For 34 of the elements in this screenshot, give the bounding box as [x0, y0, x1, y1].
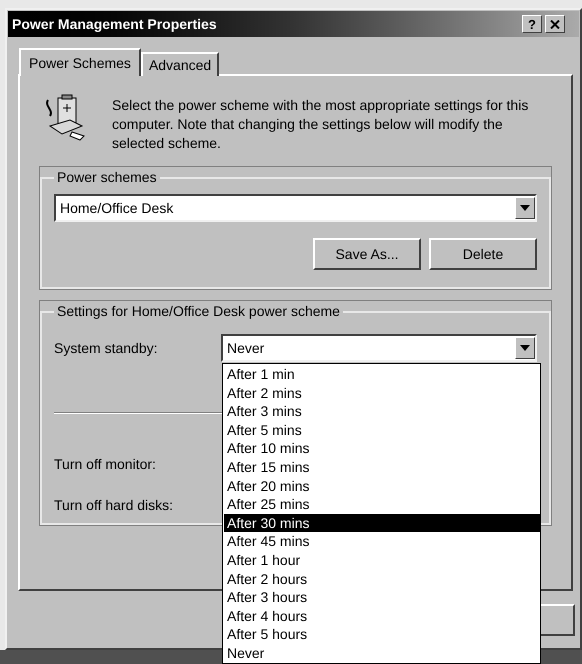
setting-label: Turn off monitor: [54, 455, 157, 474]
combo-value: Never [227, 338, 266, 358]
list-option[interactable]: After 30 mins [224, 514, 540, 532]
list-option[interactable]: After 10 mins [224, 439, 540, 458]
window-title: Power Management Properties [12, 14, 218, 34]
list-option[interactable]: After 5 hours [224, 625, 540, 644]
standby-combo-box[interactable]: Never [221, 334, 537, 362]
list-option[interactable]: After 5 mins [224, 420, 540, 440]
list-option[interactable]: After 15 mins [224, 458, 540, 477]
setting-label: System standby: [54, 338, 158, 358]
group-label: Settings for Home/Office Desk power scheme [56, 302, 341, 321]
help-button[interactable]: ? [522, 15, 542, 33]
setting-label: Turn off hard disks: [54, 496, 174, 515]
list-option[interactable]: After 3 mins [224, 402, 540, 421]
close-button[interactable] [545, 15, 565, 33]
tab[interactable]: Power Schemes [19, 48, 141, 76]
list-option[interactable]: After 2 hours [224, 570, 540, 588]
list-option[interactable]: After 3 hours [224, 588, 540, 607]
list-option[interactable]: After 1 min [224, 365, 540, 384]
list-option[interactable]: After 25 mins [224, 495, 540, 514]
list-option[interactable]: After 4 hours [224, 606, 540, 626]
list-option[interactable]: After 45 mins [224, 532, 540, 551]
close-icon [550, 20, 560, 28]
scheme-button[interactable]: Delete [429, 238, 537, 270]
list-option[interactable]: Never [224, 644, 540, 662]
tab[interactable]: Advanced [140, 52, 220, 76]
list-option[interactable]: After 2 mins [224, 384, 540, 402]
list-option[interactable]: After 1 hour [224, 550, 540, 570]
list-option[interactable]: After 20 mins [224, 476, 540, 496]
combo-value: Home/Office Desk [60, 198, 174, 218]
group-label: Power schemes [56, 168, 158, 187]
scheme-button[interactable]: Save As... [313, 238, 421, 270]
scheme-combo-box[interactable]: Home/Office Desk [54, 194, 537, 222]
intro-text: Select the power scheme with the most appropriate settings for this computer. Note that changing the settings below will modify the selected scheme. [112, 96, 530, 153]
